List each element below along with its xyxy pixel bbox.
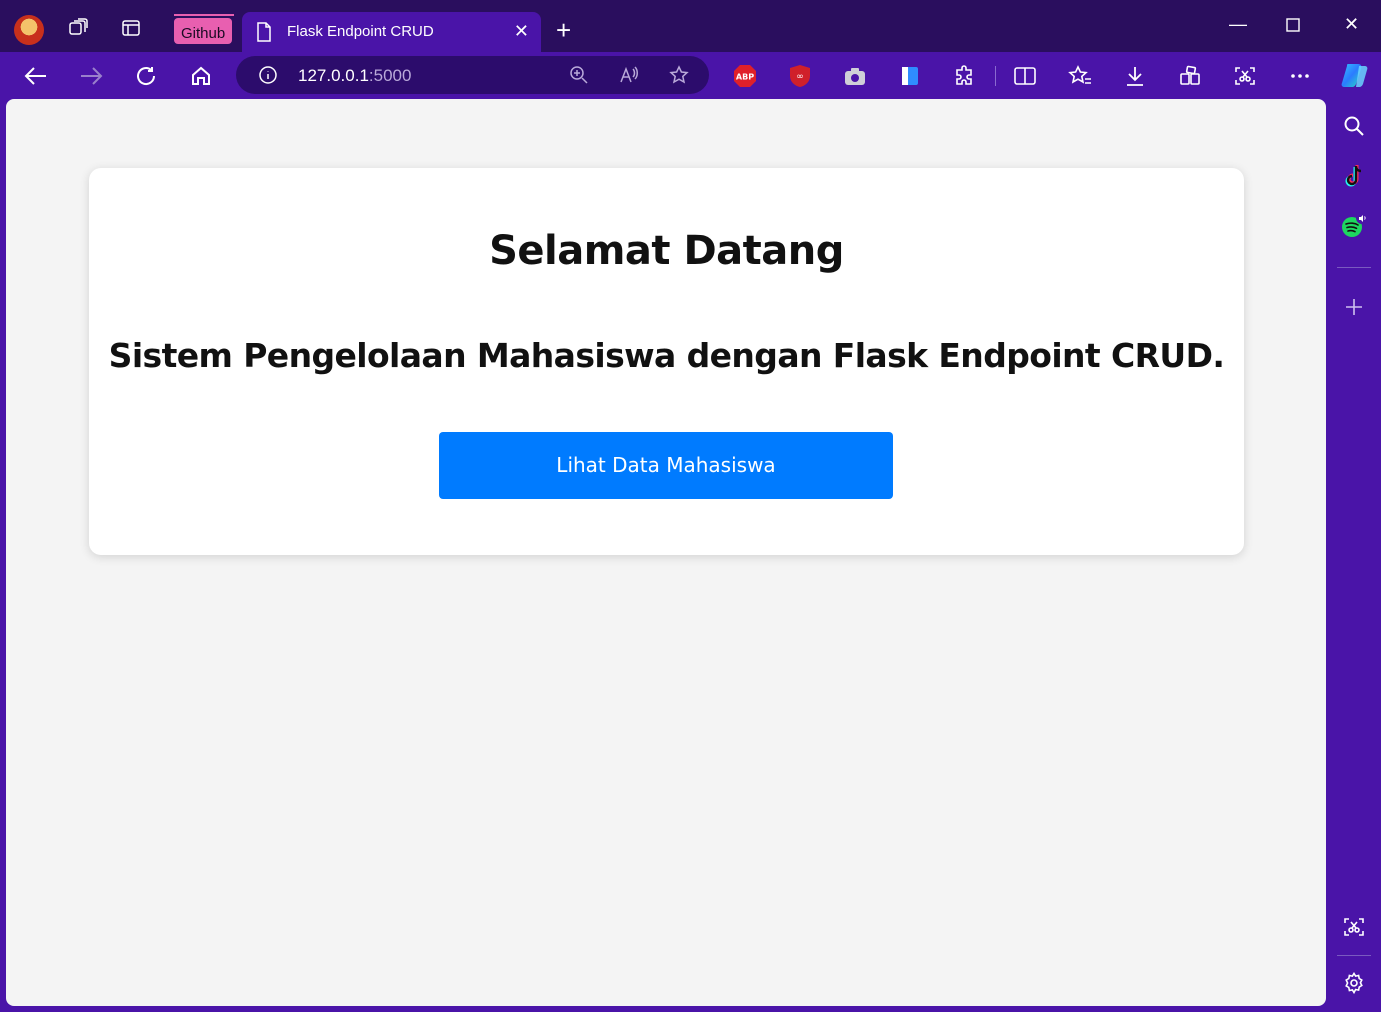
tab-group-label[interactable]: Github	[174, 18, 233, 44]
split-screen-icon[interactable]	[1013, 64, 1037, 88]
minimize-icon[interactable]: —	[1229, 14, 1247, 35]
home-icon[interactable]	[187, 62, 215, 90]
vertical-tabs-icon[interactable]	[117, 14, 145, 42]
abp-icon[interactable]: ABP	[733, 64, 757, 88]
settings-icon[interactable]	[1340, 969, 1368, 997]
web-capture-icon[interactable]	[1233, 64, 1257, 88]
back-icon[interactable]	[22, 62, 50, 90]
active-tab[interactable]: Flask Endpoint CRUD ✕	[242, 12, 541, 52]
search-icon[interactable]	[1340, 112, 1368, 140]
title-bar: Github Flask Endpoint CRUD ✕ + — ✕	[0, 0, 1381, 52]
toolbar-divider	[995, 66, 996, 86]
view-students-button[interactable]: Lihat Data Mahasiswa	[439, 432, 893, 499]
browser-toolbar: 127.0.0.1:5000 ABP ∞	[0, 52, 1381, 98]
sidebar-divider-bottom	[1337, 955, 1371, 956]
copilot-icon[interactable]	[1340, 60, 1370, 90]
forward-icon[interactable]	[77, 62, 105, 90]
page-icon	[256, 22, 272, 46]
screenshot-icon[interactable]	[1340, 913, 1368, 941]
favorites-icon[interactable]	[1068, 64, 1092, 88]
close-window-icon[interactable]: ✕	[1344, 14, 1359, 35]
puzzle-icon[interactable]	[953, 64, 977, 88]
maximize-icon[interactable]	[1286, 16, 1300, 37]
bookmark-book-icon[interactable]	[898, 64, 922, 88]
address-bar[interactable]: 127.0.0.1:5000	[236, 56, 709, 94]
tiktok-icon[interactable]	[1340, 162, 1368, 190]
svg-text:ABP: ABP	[736, 73, 754, 82]
workspaces-icon[interactable]	[64, 14, 92, 42]
favorite-star-icon[interactable]	[668, 64, 690, 86]
page-title: Selamat Datang	[489, 228, 844, 274]
tab-title: Flask Endpoint CRUD	[287, 23, 434, 40]
welcome-card: Selamat Datang Sistem Pengelolaan Mahasi…	[89, 168, 1244, 555]
tab-group-indicator	[174, 14, 234, 16]
close-tab-icon[interactable]: ✕	[514, 21, 529, 42]
site-info-icon[interactable]	[258, 65, 278, 90]
svg-text:∞: ∞	[796, 72, 804, 82]
more-options-icon[interactable]	[1288, 64, 1312, 88]
page-subtitle: Sistem Pengelolaan Mahasiswa dengan Flas…	[108, 336, 1225, 375]
collections-icon[interactable]	[1178, 64, 1202, 88]
spotify-icon[interactable]	[1340, 211, 1368, 239]
refresh-icon[interactable]	[132, 62, 160, 90]
edge-sidebar	[1327, 99, 1381, 1012]
page-viewport: Selamat Datang Sistem Pengelolaan Mahasi…	[6, 99, 1326, 1006]
add-icon[interactable]	[1340, 293, 1368, 321]
zoom-icon[interactable]	[568, 64, 590, 86]
sidebar-divider	[1337, 267, 1371, 268]
url-text[interactable]: 127.0.0.1:5000	[298, 66, 411, 86]
ublock-icon[interactable]: ∞	[788, 64, 812, 88]
profile-avatar[interactable]	[14, 15, 44, 45]
camera-icon[interactable]	[843, 64, 867, 88]
downloads-icon[interactable]	[1123, 64, 1147, 88]
new-tab-icon[interactable]: +	[556, 15, 571, 45]
read-aloud-icon[interactable]	[618, 64, 640, 86]
